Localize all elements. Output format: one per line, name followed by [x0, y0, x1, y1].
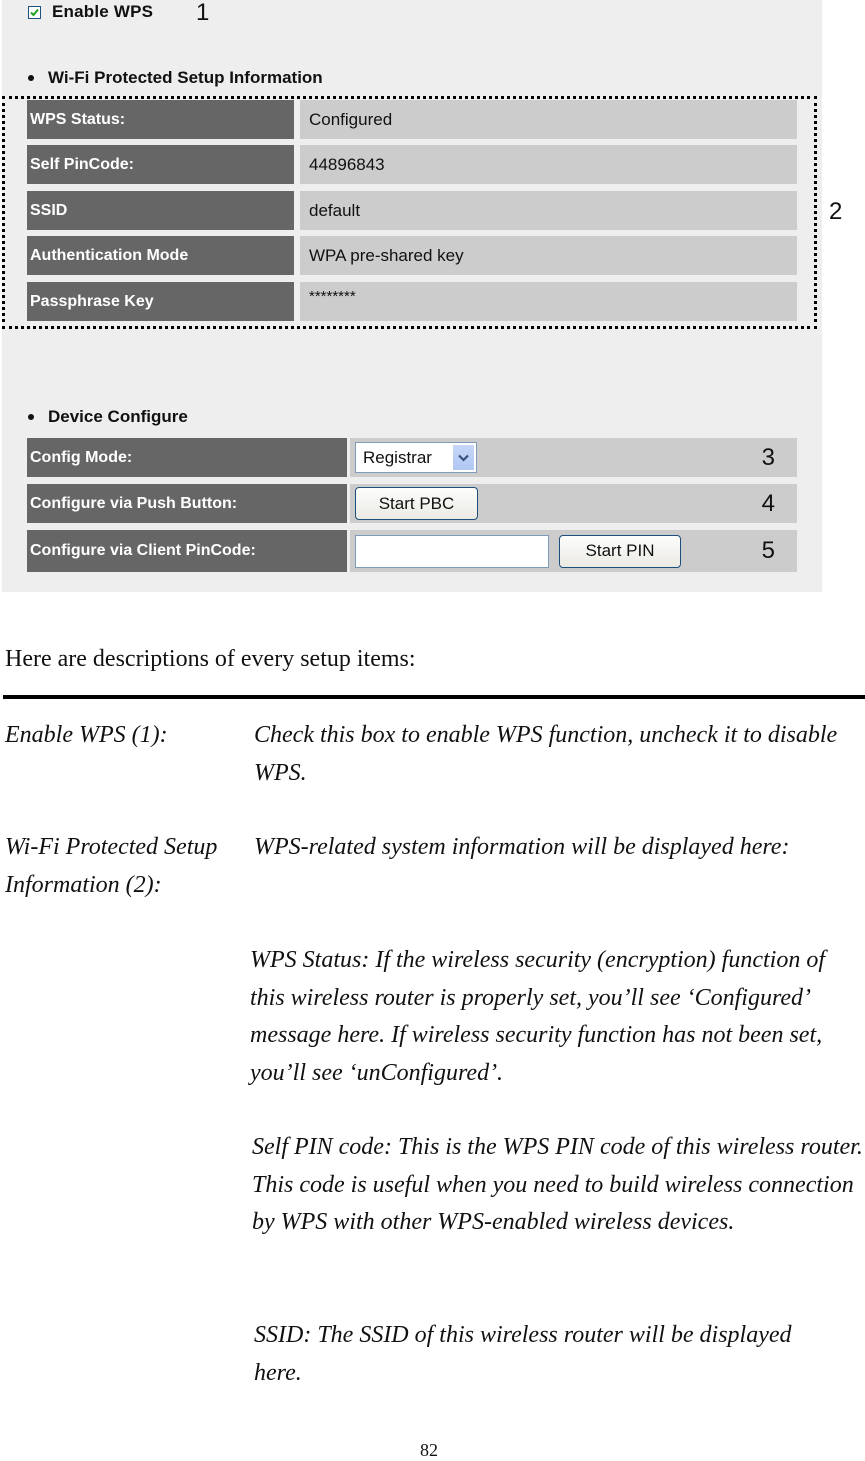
callout-1: 1: [196, 0, 210, 26]
wps-status-value: Configured: [300, 100, 797, 139]
enable-wps-row[interactable]: Enable WPS: [28, 1, 153, 23]
bullet-icon: [28, 75, 34, 81]
callout-4: 4: [761, 489, 775, 517]
desc-self-pin: Self PIN code: This is the WPS PIN code …: [252, 1134, 863, 1235]
auth-mode-row: Authentication Mode WPA pre-shared key: [27, 236, 797, 275]
wps-settings-screenshot: Enable WPS 1 Wi-Fi Protected Setup Infor…: [2, 0, 822, 592]
config-mode-cell: Registrar 3: [350, 438, 797, 477]
wps-info-section-title: Wi-Fi Protected Setup Information: [28, 68, 323, 88]
desc-wps-status: WPS Status: If the wireless security (en…: [250, 947, 825, 1086]
start-pbc-button[interactable]: Start PBC: [355, 487, 478, 520]
push-button-row: Configure via Push Button: Start PBC 4: [27, 484, 797, 523]
self-pincode-label: Self PinCode:: [27, 145, 294, 184]
client-pincode-row: Configure via Client PinCode: Start PIN …: [27, 530, 797, 572]
client-pincode-cell: Start PIN 5: [350, 530, 797, 572]
client-pincode-input[interactable]: [355, 534, 549, 568]
device-configure-title-text: Device Configure: [48, 407, 188, 426]
auth-mode-value: WPA pre-shared key: [300, 236, 797, 275]
enable-wps-checkbox[interactable]: [28, 5, 41, 19]
checkmark-icon: [30, 8, 39, 16]
self-pincode-value: 44896843: [300, 145, 797, 184]
chevron-down-icon[interactable]: [453, 445, 474, 470]
passphrase-value: ********: [300, 282, 797, 321]
callout-5: 5: [761, 537, 775, 564]
intro-text: Here are descriptions of every setup ite…: [5, 646, 416, 672]
config-mode-select[interactable]: Registrar: [355, 442, 477, 473]
page-number: 82: [420, 1440, 438, 1460]
device-configure-section-title: Device Configure: [28, 407, 188, 427]
callout-3: 3: [761, 443, 775, 471]
config-mode-label: Config Mode:: [27, 438, 347, 477]
self-pincode-row: Self PinCode: 44896843: [27, 145, 797, 184]
ssid-label: SSID: [27, 191, 294, 230]
auth-mode-label: Authentication Mode: [27, 236, 294, 275]
enable-wps-label: Enable WPS: [52, 2, 154, 21]
passphrase-label: Passphrase Key: [27, 282, 294, 321]
wps-info-title-text: Wi-Fi Protected Setup Information: [48, 68, 323, 87]
push-button-label: Configure via Push Button:: [27, 484, 347, 523]
ssid-value: default: [300, 191, 797, 230]
push-button-cell: Start PBC 4: [350, 484, 797, 523]
term-enable-wps: Enable WPS (1):: [5, 722, 168, 748]
config-mode-selected: Registrar: [363, 447, 432, 467]
term-wps-info: Wi-Fi Protected Setup Information (2):: [5, 834, 218, 898]
config-mode-row: Config Mode: Registrar 3: [27, 438, 797, 477]
wps-status-row: WPS Status: Configured: [27, 100, 797, 139]
callout-2: 2: [829, 198, 843, 225]
desc-wps-info-intro: WPS-related system information will be d…: [254, 834, 790, 860]
passphrase-row: Passphrase Key ********: [27, 282, 797, 321]
start-pin-button[interactable]: Start PIN: [559, 534, 681, 568]
desc-enable-wps: Check this box to enable WPS function, u…: [254, 722, 838, 786]
wps-status-label: WPS Status:: [27, 100, 294, 139]
desc-ssid: SSID: The SSID of this wireless router w…: [254, 1322, 792, 1386]
client-pincode-label: Configure via Client PinCode:: [27, 530, 347, 572]
divider: [3, 695, 865, 699]
ssid-row: SSID default: [27, 191, 797, 230]
bullet-icon: [28, 414, 34, 420]
